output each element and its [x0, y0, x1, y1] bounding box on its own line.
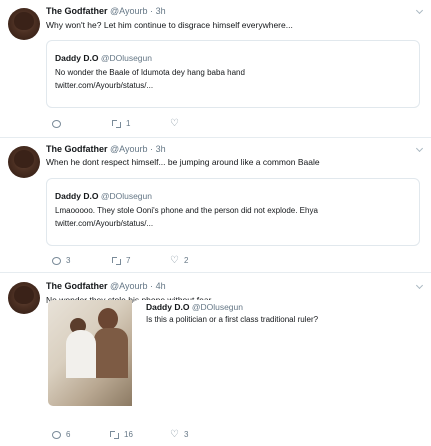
handle[interactable]: @Ayourb — [110, 281, 148, 291]
avatar[interactable] — [8, 8, 40, 40]
reply-icon — [52, 431, 61, 439]
quoted-author: Daddy D.O @DOlusegun — [55, 191, 152, 201]
quoted-handle: @DOlusegun — [100, 191, 152, 201]
like-count: 3 — [184, 430, 189, 439]
tweet-actions: 6 16 ♡ 3 — [52, 429, 252, 441]
avatar[interactable] — [8, 282, 40, 314]
display-name[interactable]: The Godfather — [46, 144, 108, 154]
reply-count: 6 — [66, 430, 71, 439]
tweet-header: The Godfather @Ayourb · 3h — [46, 144, 166, 154]
retweet-icon — [112, 120, 121, 128]
separator: · — [150, 281, 154, 291]
chevron-down-icon[interactable] — [417, 283, 423, 289]
tweet-text: Why won't he? Let him continue to disgra… — [46, 20, 293, 30]
reply-icon — [52, 120, 61, 128]
tweet-actions: 3 7 ♡ 2 — [52, 255, 252, 267]
handle[interactable]: @Ayourb — [110, 144, 148, 154]
tweet[interactable]: The Godfather @Ayourb · 3h When he dont … — [0, 140, 431, 266]
quoted-text: Is this a politician or a first class tr… — [146, 315, 319, 324]
heart-icon: ♡ — [170, 429, 179, 440]
quoted-display-name: Daddy D.O — [55, 53, 99, 63]
quoted-author: Daddy D.O @DOlusegun — [55, 53, 152, 63]
divider — [0, 137, 431, 138]
chevron-down-icon[interactable] — [417, 146, 423, 152]
heart-icon: ♡ — [170, 118, 179, 129]
quoted-tweet-card[interactable]: Daddy D.O @DOlusegun Is this a politicia… — [48, 300, 416, 406]
retweet-icon — [112, 257, 121, 265]
quoted-tweet[interactable]: Daddy D.O @DOlusegun Lmaooooo. They stol… — [46, 178, 420, 246]
retweet-count: 7 — [126, 256, 131, 265]
avatar[interactable] — [8, 146, 40, 178]
quoted-tweet[interactable]: Daddy D.O @DOlusegun No wonder the Baale… — [46, 40, 420, 108]
reply-icon — [52, 257, 61, 265]
retweet-count: 1 — [126, 119, 131, 128]
timestamp[interactable]: 3h — [156, 144, 166, 154]
tweet[interactable]: The Godfather @Ayourb · 3h Why won't he?… — [0, 0, 431, 134]
handle[interactable]: @Ayourb — [110, 6, 148, 16]
tweet[interactable]: The Godfather @Ayourb · 4h No wonder the… — [0, 274, 431, 446]
quoted-handle: @DOlusegun — [100, 53, 152, 63]
reply-count: 3 — [66, 256, 71, 265]
display-name[interactable]: The Godfather — [46, 281, 108, 291]
quoted-link[interactable]: twitter.com/Ayourb/status/... — [55, 218, 153, 230]
quoted-author: Daddy D.O @DOlusegun — [146, 302, 243, 312]
timestamp[interactable]: 3h — [156, 6, 166, 16]
like-count: 2 — [184, 256, 189, 265]
retweet-icon — [110, 431, 119, 439]
divider — [0, 272, 431, 273]
tweet-header: The Godfather @Ayourb · 4h — [46, 281, 166, 291]
timestamp[interactable]: 4h — [156, 281, 166, 291]
tweet-text: When he dont respect himself... be jumpi… — [46, 157, 320, 167]
quoted-photo[interactable] — [48, 300, 132, 406]
quoted-display-name: Daddy D.O — [146, 302, 190, 312]
separator: · — [150, 6, 154, 16]
retweet-count: 16 — [124, 430, 133, 439]
quoted-link[interactable]: twitter.com/Ayourb/status/... — [55, 80, 153, 92]
separator: · — [150, 144, 154, 154]
display-name[interactable]: The Godfather — [46, 6, 108, 16]
quoted-text: No wonder the Baale of Idumota dey hang … — [55, 68, 245, 77]
quoted-display-name: Daddy D.O — [55, 191, 99, 201]
heart-icon: ♡ — [170, 255, 179, 266]
tweet-actions: 1 ♡ — [52, 118, 252, 130]
quoted-handle: @DOlusegun — [191, 302, 243, 312]
chevron-down-icon[interactable] — [417, 8, 423, 14]
tweet-header: The Godfather @Ayourb · 3h — [46, 6, 166, 16]
quoted-text: Lmaooooo. They stole Ooni's phone and th… — [55, 206, 318, 215]
